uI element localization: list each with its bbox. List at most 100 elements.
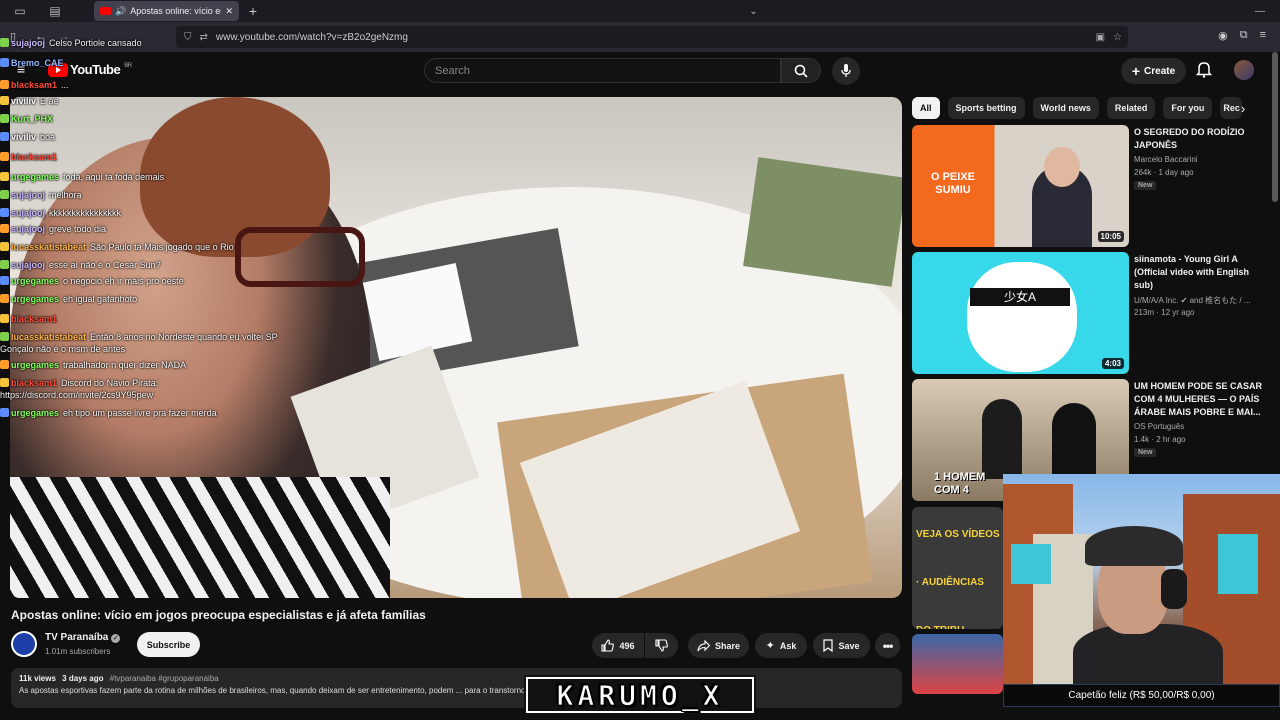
shield-icon[interactable]: ⛉ [184,32,192,43]
chat-username[interactable]: urgegames [11,294,59,304]
permissions-icon[interactable]: ⇄ [200,32,208,43]
webcam-streamer-body [1073,624,1223,684]
chip-sports-betting[interactable]: Sports betting [947,97,1025,119]
youtube-logo-text: YouTube [70,62,121,77]
related-title[interactable]: siinamota - Young Girl A (Official video… [1134,253,1269,292]
new-tab-button[interactable]: + [239,3,267,19]
chat-text: ... [61,80,69,90]
channel-avatar[interactable] [11,631,37,657]
search-button[interactable] [781,58,821,83]
chip-all[interactable]: All [912,97,940,119]
chat-text: greve todo dia [49,224,107,234]
chat-username[interactable]: Kurt_PHX [11,114,53,124]
create-button[interactable]: + Create [1121,58,1186,84]
like-button[interactable]: 496 [592,633,644,658]
microphone-icon [841,64,851,77]
chat-username[interactable]: sujajooj [11,190,45,200]
chat-username[interactable]: urgegames [11,408,59,418]
chat-message: urgegames eh tipo um passe livre pra faze… [0,408,217,419]
dislike-button[interactable] [645,633,678,658]
video-duration: 10:05 [1097,231,1124,242]
related-thumbnail[interactable]: 少女A 4:03 [912,252,1129,374]
related-channel[interactable]: Marcelo Baccarini [1134,155,1198,164]
share-label: Share [714,640,740,651]
browser-tab-youtube[interactable]: 🔊 Apostas online: vício em jogos ✕ [94,1,239,21]
speaker-icon[interactable]: 🔊 [115,6,126,17]
sparkle-icon: ✦ [765,640,775,652]
channel-name[interactable]: TV Paranaíba ✓ [45,632,121,643]
webcam-streamer-cap [1085,526,1183,566]
chat-username[interactable]: blacksam1 [11,152,57,162]
chat-username[interactable]: sujajooj [11,260,45,270]
new-badge: New [1134,181,1157,190]
chat-badge-icon [0,276,9,285]
related-thumbnail[interactable]: O PEIXE SUMIU 10:05 [912,125,1129,247]
hashtags[interactable]: #tvparanaiba #grupoparanaiba [110,674,219,683]
voice-search-button[interactable] [832,57,860,85]
chat-message: sujajooj kkkkkkkkkkkkkkkk [0,208,121,219]
picture-in-picture-icon[interactable]: ▣ [1096,32,1105,43]
chat-text: Celso Portiole cansado [49,38,142,48]
chat-text: trabalhador n quer dizer NADA [63,360,187,370]
chat-username[interactable]: blacksam1 [11,80,57,90]
bookmark-star-icon[interactable]: ☆ [1113,32,1122,43]
related-thumbnail-next[interactable] [912,634,1003,694]
related-thumbnail[interactable]: VEJA OS VÍDEOS · AUDIÊNCIAS DO TRIBU [912,507,1003,629]
extensions-icon[interactable]: ⧉ [1240,29,1248,42]
related-title[interactable]: O SEGREDO DO RODÍZIO JAPONÊS [1134,126,1269,152]
related-meta: 264k · 1 day ago [1134,168,1194,177]
chat-username[interactable]: blacksam1 [11,378,57,388]
chat-username[interactable]: lucasskatistabeat [11,332,86,342]
chat-username[interactable]: viviliv [11,96,36,106]
address-bar[interactable]: ⛉ ⇄ www.youtube.com/watch?v=zB2o2geNzmg … [176,26,1128,48]
tab-list-dropdown-icon[interactable]: ⌄ [734,6,774,17]
more-actions-button[interactable]: ••• [875,633,900,658]
chat-message: blacksam1... [0,80,69,91]
tab-overview-icon[interactable]: ▭ [0,0,40,22]
chat-username[interactable]: sujajooj [11,208,45,218]
menu-icon[interactable]: ≡ [1260,29,1266,42]
chat-username[interactable]: urgegames [11,172,59,182]
chat-message: viviliv E ae [0,96,59,107]
chat-message: blacksam1 [0,314,61,325]
close-tab-icon[interactable]: ✕ [225,6,233,17]
chat-badge-icon [0,260,9,269]
notifications-bell-icon[interactable] [1196,61,1212,78]
chat-username[interactable]: blacksam1 [11,314,57,324]
chevron-right-icon[interactable]: › [1233,97,1253,119]
chat-message: Bremo_CAE [0,58,68,69]
chip-for-you[interactable]: For you [1163,97,1213,119]
user-avatar[interactable] [1234,60,1254,80]
related-channel[interactable]: U/M/A/A Inc. ✔ and 椎名もた / ... [1134,295,1251,306]
tab-list-icon[interactable]: ▤ [40,0,70,22]
toolbar-icons: ◉ ⧉ ≡ [1218,29,1266,42]
video-description[interactable]: 11k views 3 days ago #tvparanaiba #grupo… [11,668,902,708]
chat-username[interactable]: viviliv [11,132,36,142]
chat-username[interactable]: lucasskatistabeat [11,242,86,252]
save-button[interactable]: Save [813,633,870,658]
related-channel[interactable]: OS Português [1134,422,1184,431]
related-title[interactable]: UM HOMEM PODE SE CASAR COM 4 MULHERES — … [1134,380,1269,419]
chip-related[interactable]: Related [1106,97,1156,119]
page-scrollbar[interactable] [1272,52,1278,202]
chat-username[interactable]: urgegames [11,360,59,370]
view-count: 11k views [19,674,56,683]
search-input[interactable]: Search [424,58,781,83]
account-icon[interactable]: ◉ [1218,29,1228,42]
chip-world-news[interactable]: World news [1032,97,1099,119]
ask-button[interactable]: ✦ Ask [755,633,807,658]
thumbs-up-icon [601,639,615,652]
chat-text: boa [40,132,56,142]
subscribe-button[interactable]: Subscribe [137,632,200,657]
plus-icon: + [1131,63,1141,79]
window-minimize-icon[interactable]: — [1240,6,1280,17]
share-button[interactable]: Share [688,633,749,658]
chat-username[interactable]: sujajooj [11,38,45,48]
chat-username[interactable]: Bremo_CAE [11,58,64,68]
search-placeholder: Search [435,64,470,77]
chat-username[interactable]: sujajooj [11,224,45,234]
chat-badge-icon [0,332,9,341]
chat-username[interactable]: urgegames [11,276,59,286]
bookmark-icon [823,639,834,652]
streamer-webcam [1003,474,1280,684]
